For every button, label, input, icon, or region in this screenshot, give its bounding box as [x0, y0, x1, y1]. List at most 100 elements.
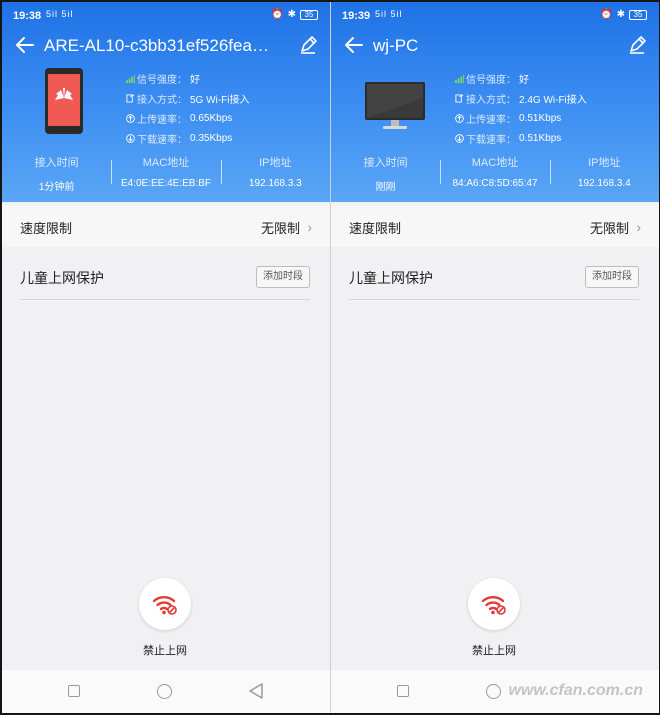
title-bar: wj-PC — [331, 30, 659, 64]
device-stats: 接入时间 1分钟前 MAC地址 E4:0E:EE:4E:EB:BF IP地址 1… — [2, 154, 330, 194]
stat-mac: MAC地址 E4:0E:EE:4E:EB:BF — [111, 154, 220, 194]
info-label: 信号强度： — [137, 74, 187, 86]
status-right-icons: ⏰ ✱ 35 — [271, 9, 318, 20]
stat-label: MAC地址 — [471, 157, 519, 169]
phone-panel-right: 19:39 5il 5il ⏰ ✱ 35 wj-PC 信号强度： 好 接入方式：… — [331, 2, 659, 713]
edit-pencil-icon[interactable] — [627, 35, 647, 55]
signal-icon: 5il 5il — [46, 9, 74, 19]
divider — [20, 299, 310, 300]
speed-limit-value: 无限制 — [260, 221, 300, 236]
device-header: 19:38 5il 5il ⏰ ✱ 35 ARE-AL10-c3bb31ef52… — [2, 2, 330, 202]
recent-apps-icon[interactable] — [68, 685, 80, 697]
speed-limit-row[interactable]: 速度限制 无限制 › — [2, 205, 330, 247]
upload-icon — [455, 113, 464, 123]
phone-panel-left: 19:38 5il 5il ⏰ ✱ 35 ARE-AL10-c3bb31ef52… — [2, 2, 330, 713]
info-row-download: 下载速率： 0.51Kbps — [455, 128, 587, 148]
status-bar: 19:38 5il 5il ⏰ ✱ 35 — [2, 2, 330, 28]
stat-value: 192.168.3.3 — [248, 178, 302, 189]
info-value: 0.51Kbps — [519, 112, 562, 124]
access-mode-icon — [126, 93, 135, 103]
download-icon — [455, 133, 464, 143]
stat-label: IP地址 — [588, 157, 621, 169]
back-arrow-icon[interactable] — [14, 34, 36, 56]
edit-pencil-icon[interactable] — [298, 35, 318, 55]
info-row-signal: 信号强度： 好 — [455, 68, 587, 88]
info-row-upload: 上传速率： 0.51Kbps — [455, 108, 587, 128]
wifi-blocked-icon — [152, 596, 177, 615]
device-stats: 接入时间 刚刚 MAC地址 84:A6:C8:5D:65:47 IP地址 192… — [331, 154, 659, 194]
status-time: 19:39 — [342, 10, 371, 22]
alarm-icon: ⏰ — [271, 9, 284, 20]
info-value: 2.4G Wi-Fi接入 — [519, 94, 587, 106]
kid-protect-row: 儿童上网保护 添加时段 — [2, 254, 330, 300]
home-icon[interactable] — [157, 684, 172, 699]
block-internet-label: 禁止上网 — [472, 645, 516, 657]
block-internet-button[interactable] — [139, 578, 191, 630]
info-value: 0.35Kbps — [190, 132, 233, 144]
info-row-download: 下载速率： 0.35Kbps — [126, 128, 249, 148]
status-right-icons: ⏰ ✱ 35 — [600, 9, 647, 20]
signal-icon: 5il 5il — [375, 9, 403, 19]
info-label: 接入方式： — [137, 94, 187, 106]
speed-limit-row[interactable]: 速度限制 无限制 › — [331, 205, 659, 247]
info-row-access: 接入方式： 5G Wi-Fi接入 — [126, 88, 249, 108]
nav-back-icon[interactable] — [248, 682, 264, 700]
upload-icon — [126, 113, 135, 123]
kid-protect-row: 儿童上网保护 添加时段 — [331, 254, 659, 300]
phone-device-icon — [45, 68, 83, 134]
info-value: 好 — [519, 74, 529, 86]
battery-icon: 35 — [629, 9, 647, 20]
stat-label: IP地址 — [259, 157, 292, 169]
bluetooth-icon: ✱ — [616, 9, 625, 20]
device-name-title: wj-PC — [373, 36, 419, 55]
info-value: 好 — [190, 74, 200, 86]
status-bar: 19:39 5il 5il ⏰ ✱ 35 — [331, 2, 659, 28]
device-info: 信号强度： 好 接入方式： 2.4G Wi-Fi接入 上传速率： 0.51Kbp… — [455, 68, 587, 148]
chevron-right-icon: › — [307, 219, 312, 235]
monitor-device-icon — [365, 82, 425, 129]
device-header: 19:39 5il 5il ⏰ ✱ 35 wj-PC 信号强度： 好 接入方式：… — [331, 2, 659, 202]
alarm-icon: ⏰ — [600, 9, 613, 20]
info-value: 0.51Kbps — [519, 132, 562, 144]
battery-icon: 35 — [300, 9, 318, 20]
divider — [349, 299, 639, 300]
stat-access-time: 接入时间 刚刚 — [331, 154, 440, 194]
info-label: 接入方式： — [466, 94, 516, 106]
signal-strength-icon — [126, 74, 135, 83]
device-name-title: ARE-AL10-c3bb31ef526feadb A... — [44, 36, 276, 55]
stat-label: 接入时间 — [34, 157, 79, 169]
status-time: 19:38 — [13, 10, 42, 22]
block-internet-button[interactable] — [468, 578, 520, 630]
stat-value: 192.168.3.4 — [577, 178, 631, 189]
system-nav-bar — [2, 670, 330, 713]
stat-ip: IP地址 192.168.3.3 — [220, 154, 330, 194]
stat-ip: IP地址 192.168.3.4 — [549, 154, 659, 194]
stat-mac: MAC地址 84:A6:C8:5D:65:47 — [440, 154, 549, 194]
stat-access-time: 接入时间 1分钟前 — [2, 154, 111, 194]
bluetooth-icon: ✱ — [287, 9, 296, 20]
info-label: 上传速率： — [466, 114, 516, 126]
device-info: 信号强度： 好 接入方式： 5G Wi-Fi接入 上传速率： 0.65Kbps … — [126, 68, 249, 148]
info-value: 5G Wi-Fi接入 — [190, 94, 250, 106]
kid-protect-label: 儿童上网保护 — [349, 270, 433, 286]
kid-protect-label: 儿童上网保护 — [20, 270, 104, 286]
speed-limit-label: 速度限制 — [349, 221, 402, 236]
info-label: 下载速率： — [137, 134, 187, 146]
signal-strength-icon — [455, 74, 464, 83]
speed-limit-value: 无限制 — [589, 221, 629, 236]
download-icon — [126, 133, 135, 143]
stat-label: MAC地址 — [142, 157, 190, 169]
add-period-button[interactable]: 添加时段 — [256, 266, 310, 288]
info-row-upload: 上传速率： 0.65Kbps — [126, 108, 249, 128]
stat-value: 84:A6:C8:5D:65:47 — [452, 178, 538, 189]
back-arrow-icon[interactable] — [343, 34, 365, 56]
recent-apps-icon[interactable] — [397, 685, 409, 697]
stat-value: 1分钟前 — [38, 182, 75, 193]
access-mode-icon — [455, 93, 464, 103]
chevron-right-icon: › — [636, 219, 641, 235]
add-period-button[interactable]: 添加时段 — [585, 266, 639, 288]
wifi-blocked-icon — [481, 596, 506, 615]
watermark: www.cfan.com.cn — [508, 682, 643, 699]
block-internet-label: 禁止上网 — [143, 645, 187, 657]
home-icon[interactable] — [486, 684, 501, 699]
